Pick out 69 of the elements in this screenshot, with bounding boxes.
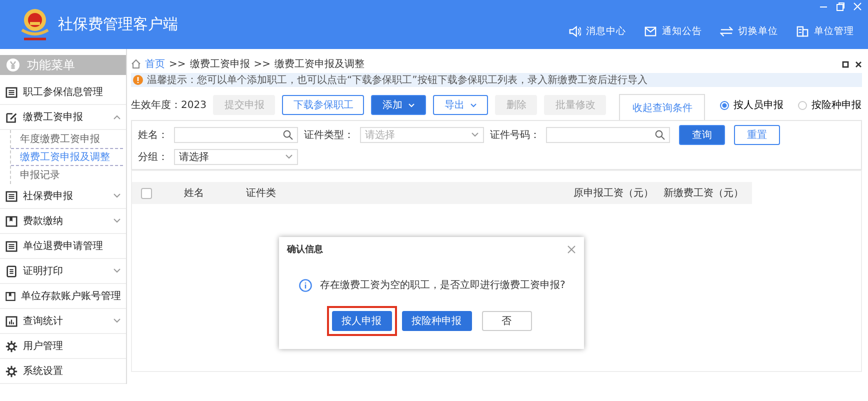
submenu-item[interactable]: 缴费工资申报及调整 xyxy=(11,148,123,166)
toolbar-button[interactable]: 下载参保职工 xyxy=(282,95,364,115)
breadcrumb-separator: >> xyxy=(169,58,186,70)
dialog-button[interactable]: 否 xyxy=(482,311,532,331)
breadcrumb-item[interactable]: 首页 xyxy=(145,57,165,71)
dropdown-button[interactable]: 导出 xyxy=(433,95,488,115)
card-icon xyxy=(5,240,18,252)
column-header: 证件类 xyxy=(245,186,277,200)
collapse-tab[interactable]: 收起查询条件 xyxy=(619,94,706,120)
book-icon xyxy=(5,214,18,228)
field-label: 分组： xyxy=(138,151,168,164)
column-header: 姓名 xyxy=(183,187,205,200)
swap-icon xyxy=(720,25,733,38)
radio-option[interactable]: 按险种申报 xyxy=(798,98,862,112)
column-header: 新缴费工资（元） xyxy=(662,186,744,200)
field-label: 证件类型： xyxy=(304,128,354,142)
field-label: 证件号码： xyxy=(490,129,540,142)
edit-icon xyxy=(5,110,18,124)
breadcrumb-separator: >> xyxy=(254,58,271,70)
restore-icon[interactable] xyxy=(836,2,845,11)
search-field[interactable] xyxy=(174,127,298,143)
print-icon xyxy=(5,264,18,278)
card-icon xyxy=(5,86,18,98)
card-icon xyxy=(5,190,18,202)
building-icon xyxy=(796,25,809,38)
mail-icon xyxy=(644,25,657,38)
breadcrumb-item: 缴费工资申报 xyxy=(190,58,250,71)
search-icon[interactable] xyxy=(283,130,293,140)
speaker-icon xyxy=(568,25,581,38)
dialog-button[interactable]: 按险种申报 xyxy=(402,311,472,331)
select-field[interactable]: 请选择 xyxy=(360,127,484,143)
notice-text: 温馨提示：您可以单个添加职工，也可以点击“下载参保职工”按钮下载参保职工列表，录入新缴费工资后进行导入 xyxy=(147,74,648,87)
search-icon[interactable] xyxy=(655,130,665,140)
header-link[interactable]: 切换单位 xyxy=(720,25,778,38)
book-icon xyxy=(5,290,16,302)
maximize-icon[interactable] xyxy=(842,60,849,68)
home-icon xyxy=(131,59,141,69)
select-field[interactable]: 请选择 xyxy=(174,149,298,165)
submenu-item[interactable]: 年度缴费工资申报 xyxy=(11,130,123,148)
radio-circle[interactable] xyxy=(720,100,730,110)
header-link[interactable]: 单位管理 xyxy=(796,25,854,38)
dialog-button[interactable]: 按人申报 xyxy=(332,311,392,331)
menu-title: 功能菜单 xyxy=(27,56,75,74)
filter-button[interactable]: 重置 xyxy=(734,125,780,145)
column-header: 原申报工资（元） xyxy=(572,186,654,200)
info-icon xyxy=(133,75,143,85)
chevron-icon xyxy=(285,154,293,160)
gear-icon xyxy=(5,340,18,352)
submenu-item[interactable]: 申报记录 xyxy=(11,166,123,184)
info-icon xyxy=(299,278,312,292)
close-icon[interactable] xyxy=(855,60,862,68)
filter-button[interactable]: 查询 xyxy=(679,125,725,145)
breadcrumb-item: 缴费工资申报及调整 xyxy=(274,58,365,71)
dropdown-button[interactable]: 添加 xyxy=(371,95,426,115)
select-all-checkbox[interactable] xyxy=(141,188,152,198)
dialog-title: 确认信息 xyxy=(287,244,323,256)
radio-option[interactable]: 按人员申报 xyxy=(720,98,784,112)
app-title: 社保费管理客户端 xyxy=(58,15,178,34)
year-label: 生效年度：2023 xyxy=(131,98,206,112)
field-label: 姓名： xyxy=(138,129,168,142)
radio-circle[interactable] xyxy=(798,100,808,110)
chart-icon xyxy=(5,314,18,328)
header-link[interactable]: 通知公告 xyxy=(644,25,702,38)
chevron-icon xyxy=(471,132,479,138)
dialog-message: 存在缴费工资为空的职工，是否立即进行缴费工资申报? xyxy=(320,278,566,292)
gear-icon xyxy=(5,364,18,378)
yen-icon xyxy=(6,58,20,72)
search-field[interactable] xyxy=(546,127,670,143)
header-link[interactable]: 消息中心 xyxy=(568,25,626,38)
